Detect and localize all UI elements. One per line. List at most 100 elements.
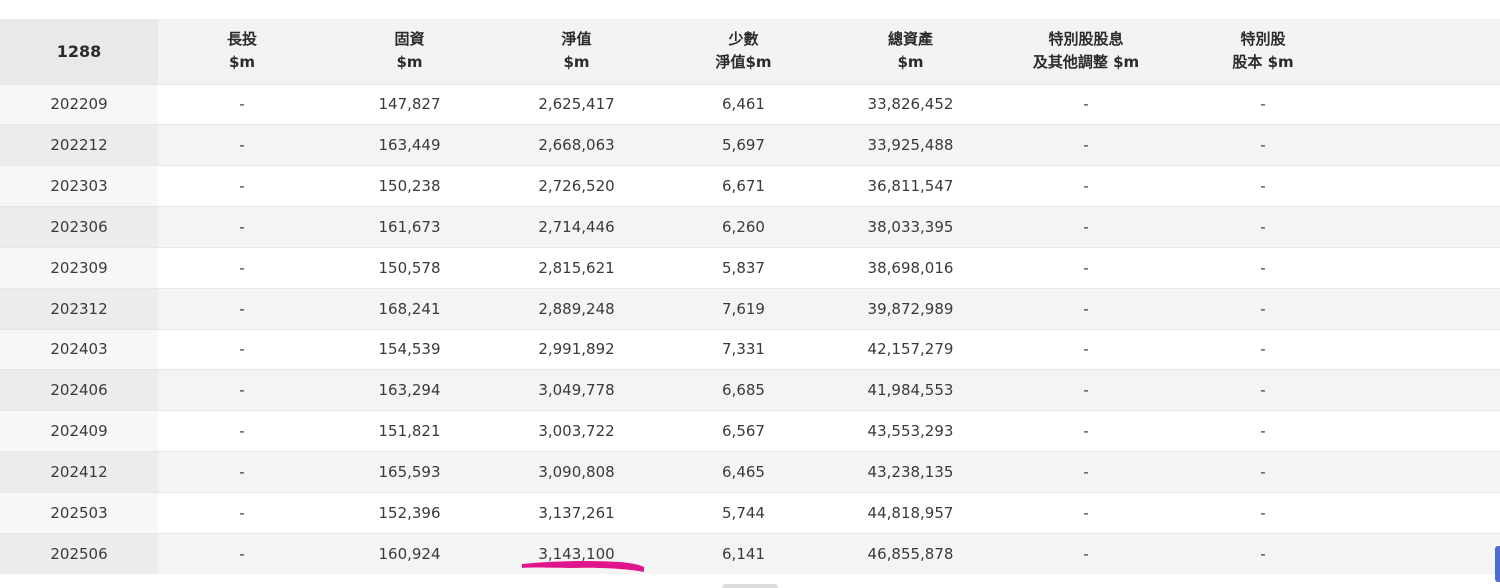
table-row: 202209 - 147,827 2,625,417 6,461 33,826,452 - - bbox=[0, 84, 1500, 125]
empty-cell bbox=[1348, 125, 1500, 166]
side-widget-tab[interactable] bbox=[1495, 546, 1500, 582]
period-cell: 202212 bbox=[0, 124, 158, 166]
preferred-dividend-cell: - bbox=[1083, 95, 1089, 114]
fixed-assets-cell: 150,578 bbox=[378, 258, 441, 277]
table-row: 202409 - 151,821 3,003,722 6,567 43,553,293 - - bbox=[0, 410, 1500, 452]
preferred-capital-cell: - bbox=[1260, 217, 1266, 236]
empty-cell bbox=[1348, 84, 1500, 125]
period-cell: 202403 bbox=[0, 329, 158, 370]
table-row: 202412 - 165,593 3,090,808 6,465 43,238,135 - - bbox=[0, 451, 1500, 493]
table-row: 202303 - 150,238 2,726,520 6,671 36,811,547 - - bbox=[0, 165, 1500, 207]
long-investment-cell: - bbox=[239, 258, 245, 277]
preferred-capital-header: 特別股 股本 $m bbox=[1232, 30, 1294, 72]
total-assets-cell: 33,925,488 bbox=[867, 136, 954, 155]
preferred-capital-cell: - bbox=[1260, 503, 1266, 522]
period-cell: 202406 bbox=[0, 369, 158, 411]
empty-cell bbox=[1348, 166, 1500, 207]
preferred-capital-cell: - bbox=[1260, 422, 1266, 441]
scroll-handle[interactable] bbox=[722, 584, 778, 588]
long-investment-cell: - bbox=[239, 136, 245, 155]
preferred-dividend-cell: - bbox=[1083, 217, 1089, 236]
annotation-mark bbox=[522, 560, 644, 572]
preferred-dividend-cell: - bbox=[1083, 340, 1089, 359]
empty-cell bbox=[1348, 207, 1500, 248]
table-row: 202312 - 168,241 2,889,248 7,619 39,872,989 - - bbox=[0, 288, 1500, 330]
preferred-capital-cell: - bbox=[1260, 381, 1266, 400]
total-assets-cell: 42,157,279 bbox=[867, 340, 954, 359]
table-row: 202212 - 163,449 2,668,063 5,697 33,925,488 - - bbox=[0, 124, 1500, 166]
minority-cell: 5,697 bbox=[722, 136, 765, 155]
net-value-cell: 2,668,063 bbox=[538, 136, 615, 155]
minority-cell: 7,619 bbox=[722, 299, 765, 318]
minority-cell: 6,141 bbox=[722, 544, 765, 563]
total-assets-cell: 44,818,957 bbox=[867, 503, 954, 522]
period-cell: 202209 bbox=[0, 84, 158, 125]
period-cell: 202503 bbox=[0, 492, 158, 534]
preferred-capital-cell: - bbox=[1260, 299, 1266, 318]
total-assets-header: 總資產 $m bbox=[887, 30, 933, 72]
period-cell: 202303 bbox=[0, 165, 158, 207]
fixed-assets-cell: 163,449 bbox=[378, 136, 441, 155]
table-header: 1288 長投 $m 固資 $m 淨值 $m 少數 淨值$m 總資產 $m 特別股股息 及其… bbox=[0, 19, 1500, 84]
table-row: 202309 - 150,578 2,815,621 5,837 38,698,016 - - bbox=[0, 247, 1500, 289]
total-assets-cell: 36,811,547 bbox=[867, 177, 954, 196]
preferred-dividend-cell: - bbox=[1083, 544, 1089, 563]
empty-cell bbox=[1348, 247, 1500, 288]
net-value-header: 淨值 $m bbox=[561, 30, 592, 72]
period-cell: 202412 bbox=[0, 451, 158, 493]
minority-cell: 6,671 bbox=[722, 177, 765, 196]
fixed-assets-cell: 150,238 bbox=[378, 177, 441, 196]
empty-cell bbox=[1348, 533, 1500, 574]
fixed-assets-cell: 152,396 bbox=[378, 503, 441, 522]
minority-cell: 6,461 bbox=[722, 95, 765, 114]
fixed-assets-cell: 165,593 bbox=[378, 463, 441, 482]
preferred-dividend-cell: - bbox=[1083, 503, 1089, 522]
period-cell: 202409 bbox=[0, 410, 158, 452]
empty-header bbox=[1348, 19, 1500, 84]
fixed-assets-cell: 151,821 bbox=[378, 422, 441, 441]
table-row: 202406 - 163,294 3,049,778 6,685 41,984,553 - - bbox=[0, 369, 1500, 411]
total-assets-cell: 46,855,878 bbox=[867, 544, 954, 563]
empty-cell bbox=[1348, 329, 1500, 370]
total-assets-cell: 43,238,135 bbox=[867, 463, 954, 482]
total-assets-cell: 41,984,553 bbox=[867, 381, 954, 400]
preferred-capital-cell: - bbox=[1260, 258, 1266, 277]
total-assets-cell: 33,826,452 bbox=[867, 95, 954, 114]
total-assets-cell: 39,872,989 bbox=[867, 299, 954, 318]
preferred-dividend-cell: - bbox=[1083, 381, 1089, 400]
net-value-cell: 2,889,248 bbox=[538, 299, 615, 318]
period-cell: 202309 bbox=[0, 247, 158, 289]
header-row: 1288 長投 $m 固資 $m 淨值 $m 少數 淨值$m 總資產 $m 特別股股息 及其… bbox=[0, 19, 1500, 84]
fixed-assets-header: 固資 $m bbox=[394, 30, 425, 72]
minority-header: 少數 淨值$m bbox=[715, 30, 772, 72]
empty-cell bbox=[1348, 288, 1500, 329]
empty-cell bbox=[1348, 370, 1500, 411]
net-value-cell: 2,714,446 bbox=[538, 217, 615, 236]
minority-cell: 5,744 bbox=[722, 503, 765, 522]
balance-sheet-table: 1288 長投 $m 固資 $m 淨值 $m 少數 淨值$m 總資產 $m 特別股股息 及其… bbox=[0, 19, 1500, 575]
minority-cell: 6,465 bbox=[722, 463, 765, 482]
total-assets-cell: 38,698,016 bbox=[867, 258, 954, 277]
net-value-cell: 2,726,520 bbox=[538, 177, 615, 196]
long-investment-cell: - bbox=[239, 217, 245, 236]
long-investment-cell: - bbox=[239, 299, 245, 318]
long-investment-cell: - bbox=[239, 340, 245, 359]
net-value-cell: 2,815,621 bbox=[538, 258, 615, 277]
table-body: 202209 - 147,827 2,625,417 6,461 33,826,452 - -… bbox=[0, 84, 1500, 575]
preferred-dividend-cell: - bbox=[1083, 177, 1089, 196]
preferred-dividend-cell: - bbox=[1083, 422, 1089, 441]
total-assets-cell: 38,033,395 bbox=[867, 217, 954, 236]
net-value-cell: 2,625,417 bbox=[538, 95, 615, 114]
net-value-cell: 2,991,892 bbox=[538, 340, 615, 359]
total-assets-cell: 43,553,293 bbox=[867, 422, 954, 441]
long-investment-header: 長投 $m bbox=[226, 30, 257, 72]
period-cell: 202306 bbox=[0, 206, 158, 248]
table-row: 202506-160,924 3,143,100 6,141 46,855,878- - bbox=[0, 533, 1500, 575]
long-investment-cell: - bbox=[239, 463, 245, 482]
net-value-cell: 3,137,261 bbox=[538, 503, 615, 522]
long-investment-cell: - bbox=[239, 381, 245, 400]
table-row: 202503 - 152,396 3,137,261 5,744 44,818,957 - - bbox=[0, 492, 1500, 534]
preferred-dividend-cell: - bbox=[1083, 299, 1089, 318]
preferred-capital-cell: - bbox=[1260, 95, 1266, 114]
financial-table-page: 1288 長投 $m 固資 $m 淨值 $m 少數 淨值$m 總資產 $m 特別股股息 及其… bbox=[0, 0, 1500, 588]
